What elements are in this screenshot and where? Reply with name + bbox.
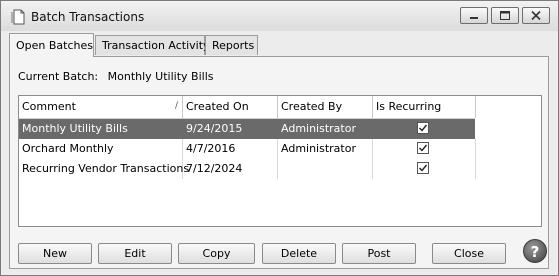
sort-icon: / [174, 101, 178, 111]
post-button[interactable]: Post [342, 243, 416, 264]
cell-comment: Orchard Monthly [19, 139, 183, 159]
window-title: Batch Transactions [31, 10, 145, 24]
batches-grid[interactable]: Comment / Created On Created By Is Recur… [18, 95, 542, 227]
maximize-button[interactable] [491, 7, 519, 24]
edit-button[interactable]: Edit [98, 243, 172, 264]
open-batches-panel: Current Batch: Monthly Utility Bills Com… [9, 56, 549, 269]
recurring-checkbox[interactable] [417, 122, 429, 134]
tab-reports[interactable]: Reports [205, 35, 258, 55]
cell-comment: Monthly Utility Bills [22, 122, 128, 135]
close-window-button[interactable] [522, 7, 550, 24]
table-row[interactable]: Orchard Monthly 4/7/2016 Administrator [19, 139, 476, 159]
checkmark-icon [419, 144, 428, 152]
title-bar[interactable]: Batch Transactions [1, 1, 558, 31]
cell-is-recurring [373, 159, 476, 179]
help-icon[interactable]: ? [523, 239, 547, 263]
delete-button[interactable]: Delete [262, 243, 336, 264]
minimize-icon [470, 17, 478, 19]
column-header-created-by[interactable]: Created By [278, 96, 373, 118]
cell-created-by: Administrator [281, 122, 356, 135]
cell-created-on: 7/12/2024 [183, 159, 278, 179]
minimize-button[interactable] [460, 7, 488, 24]
table-row[interactable]: Recurring Vendor Transactions 7/12/2024 [19, 159, 476, 179]
recurring-checkbox[interactable] [417, 162, 429, 174]
tab-transaction-activity[interactable]: Transaction Activity [95, 35, 210, 55]
cell-is-recurring [373, 119, 476, 139]
cell-created-by [278, 159, 373, 179]
new-button[interactable]: New [18, 243, 92, 264]
column-header-comment[interactable]: Comment / [19, 96, 183, 118]
cell-created-by: Administrator [278, 139, 373, 159]
checkmark-icon [419, 124, 428, 132]
column-header-is-recurring[interactable]: Is Recurring [373, 96, 476, 118]
copy-button[interactable]: Copy [178, 243, 255, 264]
button-bar: New Edit Copy Delete Post Close ? [18, 239, 548, 265]
table-row[interactable]: Monthly Utility Bills 9/24/2015 Administ… [19, 119, 475, 139]
checkmark-icon [419, 164, 428, 172]
tab-open-batches[interactable]: Open Batches [9, 33, 94, 57]
current-batch: Current Batch: Monthly Utility Bills [18, 70, 213, 83]
current-batch-value: Monthly Utility Bills [107, 70, 214, 83]
cell-created-on: 4/7/2016 [183, 139, 278, 159]
cell-is-recurring [373, 139, 476, 159]
close-icon [531, 10, 541, 21]
document-icon [11, 9, 25, 25]
column-header-comment-label: Comment [22, 100, 76, 113]
close-button[interactable]: Close [432, 243, 506, 264]
cell-created-on: 9/24/2015 [186, 122, 243, 135]
window-controls [460, 7, 550, 24]
recurring-checkbox[interactable] [417, 142, 429, 154]
maximize-icon [500, 11, 510, 20]
cell-comment: Recurring Vendor Transactions [19, 159, 189, 179]
column-header-created-on[interactable]: Created On [183, 96, 278, 118]
current-batch-label: Current Batch: [18, 70, 99, 83]
grid-header: Comment / Created On Created By Is Recur… [19, 96, 476, 119]
batch-transactions-window: Batch Transactions Open Batches Transact… [0, 0, 559, 276]
